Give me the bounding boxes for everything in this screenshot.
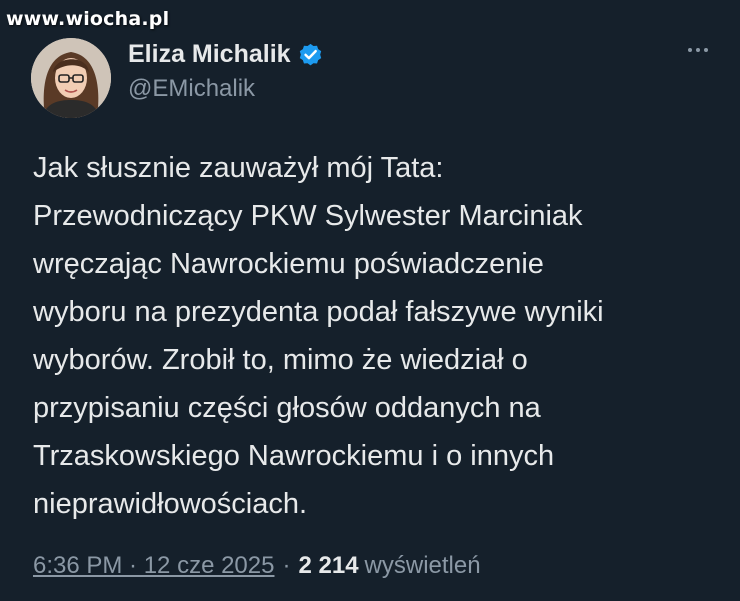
views-count[interactable]: 2 214 bbox=[298, 552, 358, 580]
views-label[interactable]: wyświetleń bbox=[365, 552, 481, 580]
meta-separator: · bbox=[282, 552, 291, 579]
avatar[interactable] bbox=[31, 38, 111, 118]
verified-badge-icon[interactable] bbox=[297, 41, 324, 68]
avatar-image bbox=[31, 38, 111, 118]
tweet-timestamp[interactable]: 6:36 PM · 12 cze 2025 bbox=[33, 552, 274, 580]
more-horizontal-icon[interactable] bbox=[688, 40, 708, 60]
author-name-row: Eliza Michalik bbox=[128, 38, 324, 70]
author-display-name[interactable]: Eliza Michalik bbox=[128, 40, 291, 69]
watermark: www.wiocha.pl bbox=[6, 8, 170, 30]
tweet-meta: 6:36 PM · 12 cze 2025 · 2 214 wyświetleń bbox=[33, 552, 481, 580]
author-handle[interactable]: @EMichalik bbox=[128, 75, 255, 103]
tweet-text: Jak słusznie zauważył mój Tata: Przewodn… bbox=[33, 152, 604, 520]
